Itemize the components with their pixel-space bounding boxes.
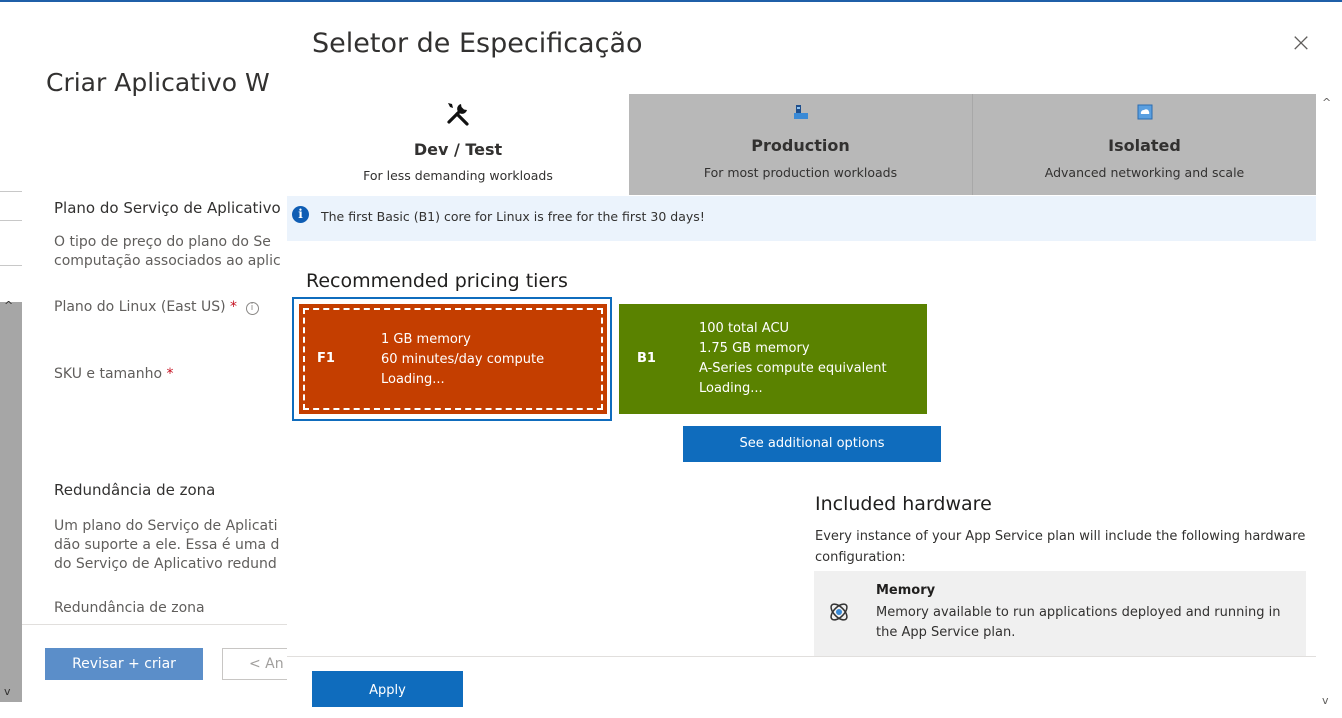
collapse-up-icon[interactable]: ^ xyxy=(4,299,13,312)
panel-title: Seletor de Especificação xyxy=(312,28,643,59)
tier-code: F1 xyxy=(317,351,335,366)
tab-sublabel: Advanced networking and scale xyxy=(1044,165,1245,180)
tier-detail-line: 1.75 GB memory xyxy=(699,341,810,356)
divider xyxy=(0,265,22,266)
tools-icon xyxy=(287,98,629,128)
zone-description-line: dão suporte a ele. Essa é uma d xyxy=(54,537,280,553)
info-banner: i The first Basic (B1) core for Linux is… xyxy=(287,196,1316,241)
tab-sublabel: For less demanding workloads xyxy=(363,168,553,183)
tab-isolated[interactable]: Isolated Advanced networking and scale xyxy=(973,94,1316,195)
background-blade: ^ v Criar Aplicativo W Plano do Serviço … xyxy=(0,0,300,718)
tier-card-b1[interactable]: B1 100 total ACU 1.75 GB memory A-Series… xyxy=(619,304,927,414)
tier-card-f1[interactable]: F1 1 GB memory 60 minutes/day compute Lo… xyxy=(299,304,607,414)
tier-detail-line: Loading... xyxy=(381,372,445,387)
panel-footer: Apply xyxy=(287,656,1316,718)
tier-details: 100 total ACU 1.75 GB memory A-Series co… xyxy=(699,319,887,399)
tier-detail-line: Loading... xyxy=(699,381,763,396)
review-create-button[interactable]: Revisar + criar xyxy=(45,648,203,680)
linux-plan-label-text: Plano do Linux (East US) xyxy=(54,299,226,315)
production-icon xyxy=(629,100,972,124)
plan-description-line: O tipo de preço do plano do Se xyxy=(54,234,271,250)
required-mark: * xyxy=(166,366,174,382)
tier-code: B1 xyxy=(637,351,656,366)
tier-detail-line: A-Series compute equivalent xyxy=(699,361,887,376)
info-banner-text: The first Basic (B1) core for Linux is f… xyxy=(321,209,705,224)
included-hardware-heading: Included hardware xyxy=(815,493,992,515)
blade-left-shade xyxy=(0,302,22,702)
tab-sublabel: For most production workloads xyxy=(703,165,898,180)
info-icon[interactable]: i xyxy=(245,302,259,315)
sku-label: SKU e tamanho * xyxy=(54,366,174,382)
tier-detail-line: 1 GB memory xyxy=(381,332,471,347)
zone-field-label: Redundância de zona xyxy=(54,600,205,616)
plan-section-label: Plano do Serviço de Aplicativo xyxy=(54,199,281,217)
hardware-card-memory: Memory Memory available to run applicati… xyxy=(814,571,1306,656)
divider xyxy=(0,220,22,221)
apply-button[interactable]: Apply xyxy=(312,671,463,707)
recommended-tiers-heading: Recommended pricing tiers xyxy=(306,270,568,292)
hardware-card-description: Memory available to run applications dep… xyxy=(876,605,1281,640)
plan-description-line: computação associados ao aplic xyxy=(54,253,281,269)
hardware-card-title: Memory xyxy=(876,583,936,598)
see-additional-options-button[interactable]: See additional options xyxy=(683,426,941,462)
scroll-up-icon[interactable]: ^ xyxy=(1322,96,1331,109)
tab-label: Isolated xyxy=(1108,136,1181,155)
tab-label: Dev / Test xyxy=(413,140,503,159)
info-icon: i xyxy=(292,206,309,223)
scroll-down-icon[interactable]: v xyxy=(1322,694,1329,707)
isolated-icon xyxy=(973,100,1316,124)
footer-divider xyxy=(22,624,300,625)
required-mark: * xyxy=(230,299,238,315)
tier-detail-line: 100 total ACU xyxy=(699,321,790,336)
linux-plan-label: Plano do Linux (East US) * i xyxy=(54,299,259,315)
tier-detail-line: 60 minutes/day compute xyxy=(381,352,545,367)
expand-down-icon[interactable]: v xyxy=(4,685,11,698)
spec-picker-panel: Seletor de Especificação × Dev / Test Fo… xyxy=(287,0,1342,718)
memory-icon xyxy=(826,599,852,625)
sku-label-text: SKU e tamanho xyxy=(54,366,163,382)
zone-section-label: Redundância de zona xyxy=(54,481,216,499)
zone-description-line: do Serviço de Aplicativo redund xyxy=(54,556,277,572)
tab-dev-test[interactable]: Dev / Test For less demanding workloads xyxy=(287,94,629,195)
tier-tabs: Dev / Test For less demanding workloads … xyxy=(287,94,1316,195)
divider xyxy=(0,191,22,192)
tab-label: Production xyxy=(751,136,850,155)
included-hardware-description: Every instance of your App Service plan … xyxy=(815,529,1306,565)
close-button[interactable]: × xyxy=(1287,30,1315,58)
tier-details: 1 GB memory 60 minutes/day compute Loadi… xyxy=(381,330,544,390)
page-title: Criar Aplicativo W xyxy=(46,68,270,97)
tab-production[interactable]: Production For most production workloads xyxy=(629,94,973,195)
zone-description-line: Um plano do Serviço de Aplicati xyxy=(54,518,278,534)
scrollbar[interactable]: ^ v xyxy=(1316,94,1342,718)
